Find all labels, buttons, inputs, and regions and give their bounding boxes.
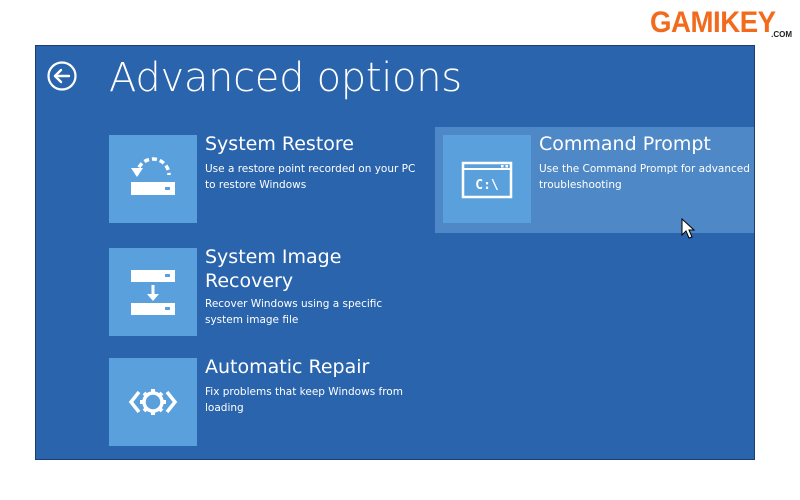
option-command-prompt[interactable]: C:\ Command Prompt Use the Command Promp…: [435, 127, 754, 233]
mouse-cursor-icon: [681, 218, 696, 239]
option-system-image-recovery[interactable]: System Image Recovery Recover Windows us…: [109, 246, 424, 338]
option-automatic-repair[interactable]: Automatic Repair Fix problems that keep …: [109, 356, 424, 448]
automatic-repair-title: Automatic Repair: [205, 356, 370, 378]
system-restore-tile: [109, 135, 197, 223]
automatic-repair-tile: [109, 358, 197, 446]
system-restore-title: System Restore: [205, 133, 354, 155]
system-image-recovery-tile: [109, 248, 197, 336]
gamikey-watermark: GAMIKEY .COM: [650, 4, 796, 42]
back-arrow-icon: [47, 61, 77, 91]
page-title: Advanced options: [109, 55, 462, 101]
command-prompt-tile-text: C:\: [475, 178, 499, 193]
watermark-brand: GAMIKEY: [650, 6, 776, 39]
system-image-recovery-title: System Image Recovery: [205, 246, 342, 292]
automatic-repair-description: Fix problems that keep Windows from load…: [205, 386, 403, 414]
back-button[interactable]: [46, 60, 78, 92]
watermark-domain: .COM: [771, 30, 792, 39]
advanced-options-screen: Advanced options System Restore Use a re…: [35, 45, 755, 460]
system-restore-description: Use a restore point recorded on your PC …: [205, 163, 416, 191]
command-prompt-tile: C:\: [443, 135, 531, 223]
command-prompt-title: Command Prompt: [539, 133, 711, 155]
command-prompt-description: Use the Command Prompt for advanced trou…: [539, 163, 750, 191]
option-system-restore[interactable]: System Restore Use a restore point recor…: [109, 133, 424, 225]
system-image-recovery-description: Recover Windows using a specific system …: [205, 298, 383, 326]
command-prompt-icon: C:\: [461, 161, 513, 199]
repair-gear-icon: [128, 389, 178, 415]
system-restore-icon: [131, 157, 175, 195]
system-image-icon: [131, 270, 175, 315]
